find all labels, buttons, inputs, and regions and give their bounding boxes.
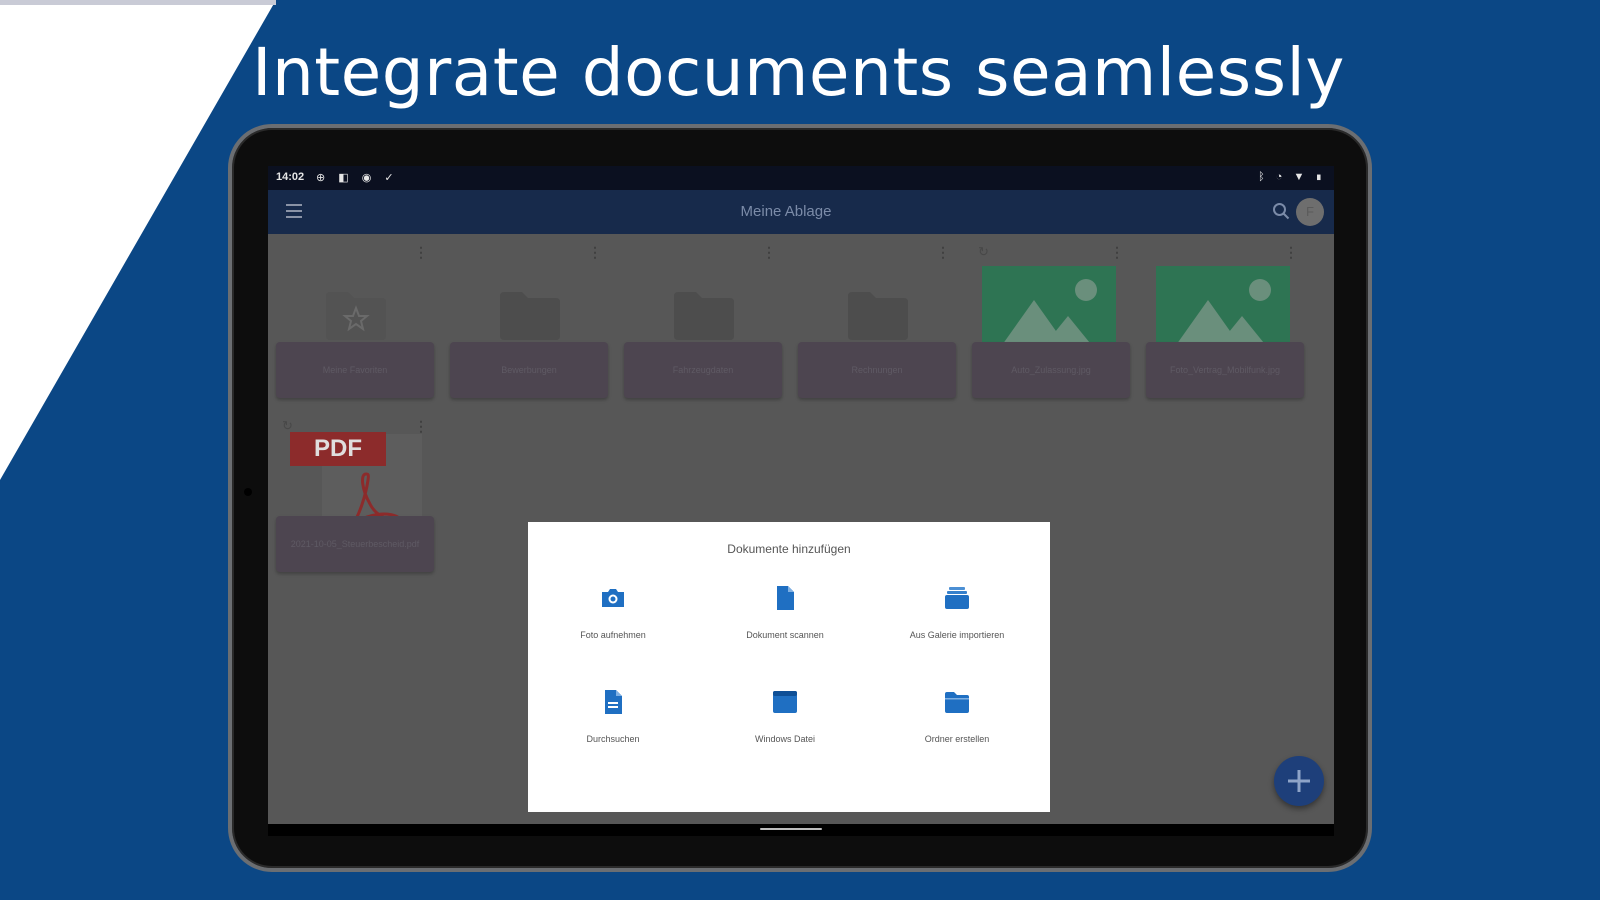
- tile-label: Fahrzeugdaten: [624, 342, 782, 398]
- status-time: 14:02: [276, 171, 305, 183]
- pdf-tile-steuerbescheid[interactable]: ↻ ⋮ PDF 2021-10-05_Steuerbescheid.pdf: [276, 414, 434, 572]
- windows-file-button[interactable]: Windows Datei: [700, 688, 870, 768]
- action-label: Durchsuchen: [586, 734, 640, 744]
- image-tile-zulassung[interactable]: ↻ ⋮ Auto_Zulassung.jpg: [972, 240, 1130, 398]
- folder-tile-favoriten[interactable]: ⋮ Meine Favoriten: [276, 240, 434, 398]
- navigation-bar: [268, 824, 1334, 836]
- folder-add-icon: [945, 692, 969, 713]
- camera-dot: [244, 488, 252, 496]
- folder-icon: [500, 292, 560, 340]
- create-folder-button[interactable]: Ordner erstellen: [872, 688, 1042, 768]
- sync-icon: ↻: [978, 244, 989, 259]
- action-label: Aus Galerie importieren: [909, 630, 1005, 640]
- home-gesture-pill[interactable]: [760, 828, 822, 830]
- tile-label: Bewerbungen: [450, 342, 608, 398]
- file-icon: [605, 690, 622, 714]
- folder-icon: [848, 292, 908, 340]
- import-gallery-button[interactable]: Aus Galerie importieren: [872, 584, 1042, 664]
- action-label: Ordner erstellen: [924, 734, 990, 744]
- action-label: Foto aufnehmen: [580, 630, 646, 640]
- more-options-icon[interactable]: ⋮: [1110, 244, 1124, 261]
- camera-icon: [602, 589, 624, 607]
- avatar[interactable]: F: [1296, 198, 1324, 226]
- app-bar-title: Meine Ablage: [740, 203, 832, 220]
- tile-label: Rechnungen: [798, 342, 956, 398]
- status-system-icons: ᛒ ◔ ▼ ▮: [1258, 171, 1326, 183]
- more-options-icon[interactable]: ⋮: [936, 244, 950, 261]
- star-folder-icon: [326, 292, 386, 340]
- plus-icon: [1288, 770, 1310, 792]
- tile-label: 2021-10-05_Steuerbescheid.pdf: [276, 516, 434, 572]
- more-options-icon[interactable]: ⋮: [588, 244, 602, 261]
- folder-tile-rechnungen[interactable]: ⋮ Rechnungen: [798, 240, 956, 398]
- search-icon[interactable]: [1272, 202, 1290, 220]
- document-icon: [777, 586, 794, 610]
- folder-tile-fahrzeugdaten[interactable]: ⋮ Fahrzeugdaten: [624, 240, 782, 398]
- tile-label: Meine Favoriten: [276, 342, 434, 398]
- more-options-icon[interactable]: ⋮: [414, 244, 428, 261]
- status-notification-icons: ⊕ ◧ ◉ ✓: [316, 172, 399, 184]
- add-fab-button[interactable]: [1274, 756, 1324, 806]
- more-options-icon[interactable]: ⋮: [762, 244, 776, 261]
- folder-tile-bewerbungen[interactable]: ⋮ Bewerbungen: [450, 240, 608, 398]
- window-icon: [773, 691, 797, 713]
- more-options-icon[interactable]: ⋮: [414, 418, 428, 435]
- browse-button[interactable]: Durchsuchen: [528, 688, 698, 768]
- app-bar: Meine Ablage F: [268, 190, 1334, 234]
- action-label: Windows Datei: [754, 734, 816, 744]
- action-label: Dokument scannen: [746, 630, 824, 640]
- tablet-frame: 14:02 ⊕ ◧ ◉ ✓ ᛒ ◔ ▼ ▮ Meine Ablage F ⋮ M…: [228, 124, 1372, 872]
- tile-label: Auto_Zulassung.jpg: [972, 342, 1130, 398]
- add-documents-dialog: Dokumente hinzufügen Foto aufnehmen Doku…: [528, 522, 1050, 812]
- status-bar: 14:02 ⊕ ◧ ◉ ✓ ᛒ ◔ ▼ ▮: [268, 166, 1334, 190]
- scan-document-button[interactable]: Dokument scannen: [700, 584, 870, 664]
- folder-icon: [674, 292, 734, 340]
- tablet-screen: 14:02 ⊕ ◧ ◉ ✓ ᛒ ◔ ▼ ▮ Meine Ablage F ⋮ M…: [268, 166, 1334, 836]
- dialog-title: Dokumente hinzufügen: [727, 542, 851, 556]
- gallery-icon: [945, 587, 969, 609]
- headline: Integrate documents seamlessly: [252, 34, 1345, 111]
- pdf-banner: PDF: [290, 432, 386, 466]
- take-photo-button[interactable]: Foto aufnehmen: [528, 584, 698, 664]
- tile-label: Foto_Vertrag_Mobilfunk.jpg: [1146, 342, 1304, 398]
- image-tile-vertrag[interactable]: ⋮ Foto_Vertrag_Mobilfunk.jpg: [1146, 240, 1304, 398]
- more-options-icon[interactable]: ⋮: [1284, 244, 1298, 261]
